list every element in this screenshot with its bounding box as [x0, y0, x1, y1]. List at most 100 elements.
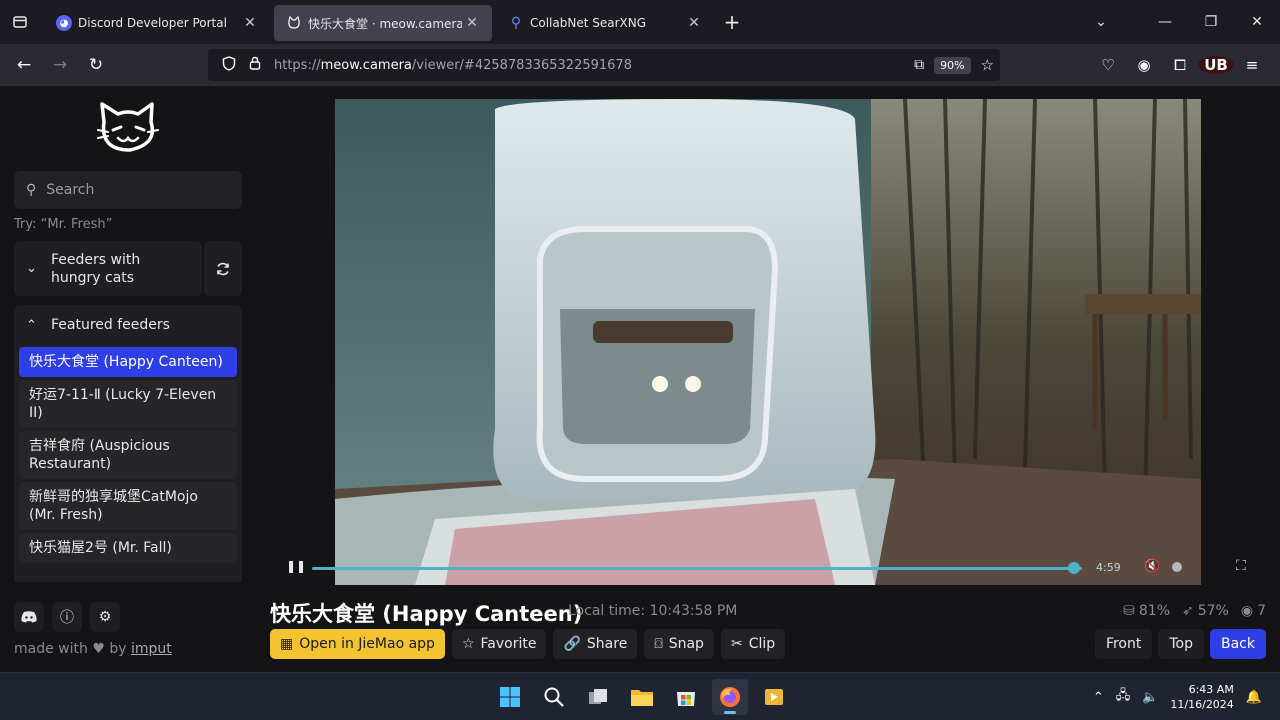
reload-button[interactable]: ↻ [78, 49, 114, 81]
star-icon: ☆ [461, 636, 475, 652]
close-tab-icon[interactable]: ✕ [684, 15, 704, 31]
feeder-title: 快乐大食堂 (Happy Canteen) [270, 602, 583, 626]
search-placeholder: Search [46, 182, 95, 198]
list-all-tabs-button[interactable] [0, 0, 40, 44]
feeder-item-mr-fresh[interactable]: 新鲜哥的独享城堡CatMojo (Mr. Fresh) [19, 482, 237, 530]
zoom-level[interactable]: 90% [934, 56, 971, 74]
file-explorer-button[interactable] [624, 679, 660, 715]
feeder-item-auspicious-restaurant[interactable]: 吉祥食府 (Auspicious Restaurant) [19, 431, 237, 479]
back-button[interactable]: ← [6, 49, 42, 81]
seek-bar[interactable] [312, 567, 1082, 570]
scissors-icon: ✂ [730, 636, 743, 652]
signal-value: 57% [1197, 603, 1229, 619]
view-back-button[interactable]: Back [1210, 629, 1266, 659]
seek-handle[interactable] [1068, 562, 1081, 574]
mute-icon[interactable]: 🔇 [1144, 559, 1160, 574]
chevron-down-icon[interactable]: ⌄ [1078, 14, 1124, 30]
lock-icon[interactable] [242, 56, 268, 74]
fullscreen-icon[interactable]: ⛶ [1236, 558, 1246, 574]
tab-meow-camera[interactable]: 快乐大食堂 · meow.camera ✕ [274, 5, 492, 41]
favorite-button[interactable]: ☆ Favorite [451, 629, 547, 659]
address-bar[interactable]: https://meow.camera/viewer/#425878336532… [208, 49, 1000, 81]
close-window-button[interactable]: ✕ [1234, 14, 1280, 30]
task-view-button[interactable] [580, 679, 616, 715]
made-with-text: made with [14, 641, 88, 657]
network-icon[interactable]: 🖧 [1116, 686, 1131, 708]
menu-icon[interactable]: ≡ [1234, 56, 1270, 74]
feeder-item-happy-canteen[interactable]: 快乐大食堂 (Happy Canteen) [19, 347, 237, 377]
media-player-button[interactable] [756, 679, 792, 715]
search-input[interactable]: ⚲ Search [14, 171, 242, 209]
taskbar-search-button[interactable] [536, 679, 572, 715]
tab-discord[interactable]: ◕ Discord Developer Portal ✕ [44, 5, 270, 41]
view-top-button[interactable]: Top [1158, 629, 1204, 659]
discord-button[interactable] [14, 602, 44, 632]
bookmark-star-icon[interactable]: ☆ [981, 56, 994, 74]
volume-slider[interactable] [1172, 562, 1182, 572]
clip-button[interactable]: ✂ Clip [720, 629, 786, 659]
view-front-button[interactable]: Front [1094, 629, 1153, 659]
by-text: by [109, 641, 127, 657]
microsoft-store-button[interactable] [668, 679, 704, 715]
tab-title: Discord Developer Portal [78, 16, 227, 30]
button-label: Clip [748, 636, 776, 652]
new-tab-button[interactable]: + [714, 10, 750, 34]
feeder-item-mr-fall[interactable]: 快乐猫屋2号 (Mr. Fall) [19, 533, 237, 563]
chevron-up-icon[interactable]: ⌃ [1093, 690, 1104, 705]
windows-logo-icon [500, 687, 520, 707]
account-icon[interactable]: ◉ [1126, 56, 1162, 74]
forward-button[interactable]: → [42, 49, 78, 81]
restore-button[interactable]: ❐ [1188, 14, 1234, 30]
ublock-badge: UB [1198, 56, 1234, 74]
picture-in-picture-icon[interactable]: ⧉ [914, 57, 924, 73]
tab-searxng[interactable]: ⚲ CollabNet SearXNG ✕ [496, 5, 714, 41]
tab-title: 快乐大食堂 · meow.camera [308, 16, 462, 31]
button-label: Share [586, 636, 628, 652]
minimize-button[interactable]: — [1142, 14, 1188, 30]
camera-icon: ⌼ [654, 636, 663, 652]
viewers-value: 7 [1257, 603, 1266, 619]
close-tab-icon[interactable]: ✕ [240, 15, 260, 31]
windows-taskbar: ⌃ 🖧 🔈 6:43 AM 11/16/2024 🔔 [0, 672, 1280, 720]
feeder-item-lucky-7-eleven[interactable]: 好运7-11-Ⅱ (Lucky 7-Eleven II) [19, 380, 237, 428]
sidebar-footer-buttons: ⓘ ⚙ [14, 602, 120, 632]
signal-stat: ➶ 57% [1182, 603, 1229, 619]
discord-icon: ◕ [56, 15, 72, 31]
speaker-icon[interactable]: 🔈 [1142, 690, 1158, 705]
close-tab-icon[interactable]: ✕ [462, 15, 482, 31]
pause-icon[interactable]: ❚❚ [286, 559, 306, 573]
feeder-actions: ▦ Open in JieMao app ☆ Favorite 🔗 Share ⌼ Sn… [270, 629, 786, 659]
discord-icon [21, 611, 37, 623]
snap-button[interactable]: ⌼ Snap [644, 629, 714, 659]
tab-list-icon [13, 16, 27, 28]
refresh-button[interactable] [204, 241, 242, 296]
hungry-cats-group-toggle[interactable]: ⌄ Feeders with hungry cats [14, 241, 202, 296]
viewers-stat: ◉ 7 [1241, 603, 1266, 619]
extensions-icon[interactable]: ⧠ [1162, 56, 1198, 74]
meow-camera-page: ⚲ Search Try: “Mr. Fresh” ⌄ Feeders with… [0, 86, 1280, 672]
pocket-icon[interactable]: ♡ [1090, 56, 1126, 74]
folder-icon [631, 690, 653, 706]
url-text[interactable]: https://meow.camera/viewer/#425878336532… [274, 58, 632, 73]
group-label: Feeders with hungry cats [51, 251, 141, 286]
taskbar-clock[interactable]: 6:43 AM 11/16/2024 [1170, 682, 1233, 712]
notification-bell-icon[interactable]: 🔔 [1246, 690, 1262, 705]
shield-icon[interactable] [216, 55, 242, 75]
ublock-extension[interactable]: UB [1198, 56, 1234, 74]
featured-feeders-toggle[interactable]: ⌃ Featured feeders [14, 305, 242, 345]
firefox-taskbar-button[interactable] [712, 679, 748, 715]
url-prefix: https:// [274, 57, 321, 73]
open-in-app-button[interactable]: ▦ Open in JieMao app [270, 629, 445, 659]
search-icon: ⚲ [26, 182, 37, 198]
heart-icon: ♥ [92, 641, 105, 657]
author-link[interactable]: imput [131, 641, 172, 657]
gear-icon: ⚙ [98, 609, 112, 625]
meow-camera-logo[interactable] [96, 100, 160, 156]
start-button[interactable] [492, 679, 528, 715]
about-button[interactable]: ⓘ [52, 602, 82, 632]
toolbar-extensions: ♡ ◉ ⧠ UB ≡ [1090, 44, 1270, 86]
share-button[interactable]: 🔗 Share [553, 629, 638, 659]
camera-video-feed[interactable] [335, 99, 1201, 585]
settings-button[interactable]: ⚙ [90, 602, 120, 632]
task-view-icon [589, 689, 607, 704]
